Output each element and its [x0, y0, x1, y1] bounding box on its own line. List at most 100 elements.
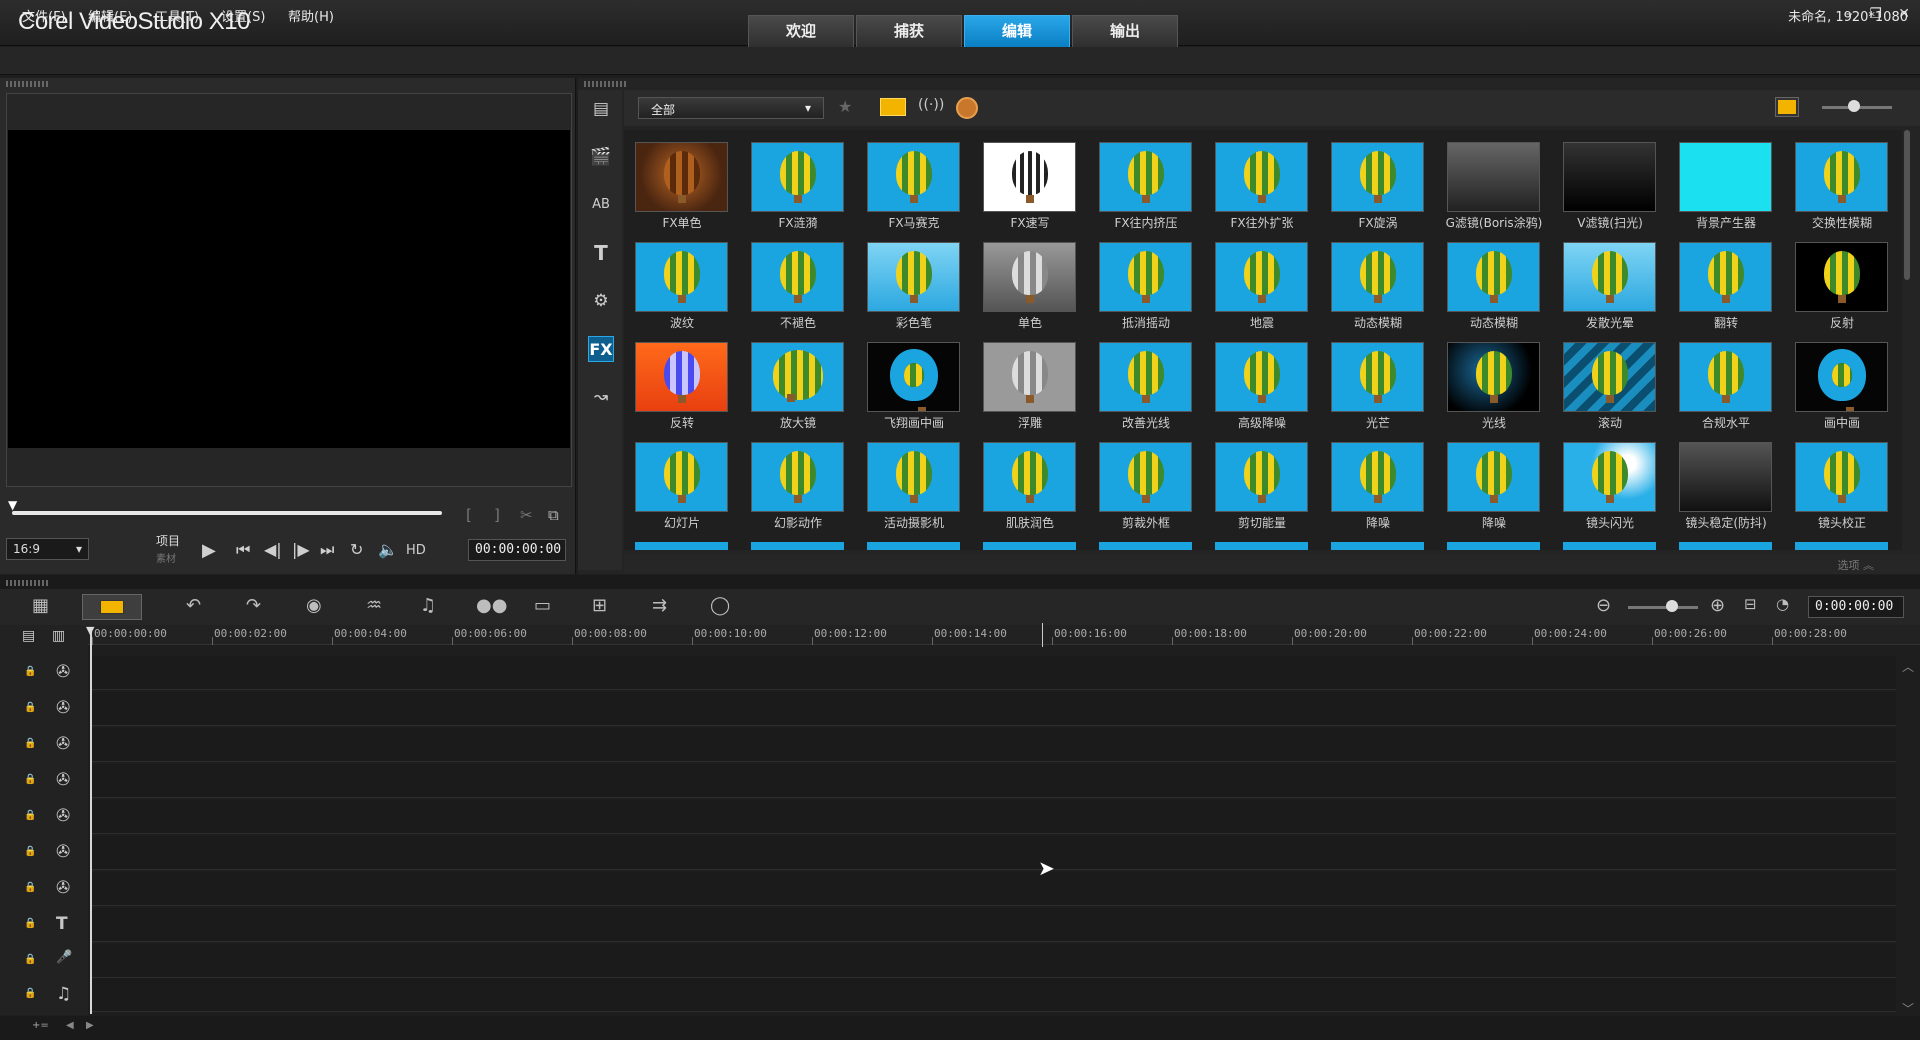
library-item[interactable]: 交换性模糊: [1784, 130, 1900, 230]
library-item-partial[interactable]: [983, 542, 1076, 550]
home-icon[interactable]: ⏮: [236, 540, 250, 560]
library-item[interactable]: 反射: [1784, 230, 1900, 330]
library-item[interactable]: 浮雕: [972, 330, 1088, 430]
subtitle-editor-icon[interactable]: ▭: [534, 595, 551, 616]
panel-splitter[interactable]: [0, 575, 1920, 589]
track-music[interactable]: [90, 978, 1896, 1012]
workspace-tab[interactable]: 输出: [1072, 15, 1178, 47]
auto-music-icon[interactable]: ♫: [420, 595, 436, 616]
menu-edit[interactable]: 编辑(E): [88, 6, 132, 25]
track-overlay-6[interactable]: [90, 872, 1896, 906]
library-item[interactable]: 降噪: [1320, 430, 1436, 530]
record-capture-icon[interactable]: ◉: [306, 595, 322, 616]
scroll-down-icon[interactable]: ﹀: [1902, 1000, 1914, 1017]
thumb-size-knob[interactable]: [1848, 100, 1860, 112]
timeline-zoom-slider[interactable]: [1628, 606, 1698, 609]
library-item-partial[interactable]: [1099, 542, 1192, 550]
loop-icon[interactable]: ◯: [710, 595, 730, 616]
library-item[interactable]: 滚动: [1552, 330, 1668, 430]
library-item[interactable]: 光线: [1436, 330, 1552, 430]
library-item[interactable]: 镜头闪光: [1552, 430, 1668, 530]
zoom-out-icon[interactable]: ⊖: [1596, 595, 1611, 616]
storyboard-view-icon[interactable]: ▦: [32, 595, 49, 616]
hd-preview-button[interactable]: HD: [406, 543, 426, 558]
preview-timecode[interactable]: 00:00:00:00: [468, 539, 566, 561]
clip-mode-label[interactable]: 素材: [156, 550, 176, 565]
library-item[interactable]: 背景产生器: [1668, 130, 1784, 230]
track-lock-icon[interactable]: 🔒: [24, 810, 36, 821]
library-item[interactable]: 放大镜: [740, 330, 856, 430]
timeline-timecode[interactable]: 0:00:00:00: [1808, 596, 1904, 618]
end-icon[interactable]: ⏭: [320, 540, 334, 560]
cut-icon[interactable]: ✂: [520, 506, 533, 524]
motion-tracking-icon[interactable]: ●●: [476, 595, 507, 616]
track-overlay-1[interactable]: [90, 692, 1896, 726]
film-reel-icon[interactable]: ✇: [56, 698, 70, 718]
panel-grip[interactable]: [6, 81, 50, 87]
library-item[interactable]: 动态模糊: [1320, 230, 1436, 330]
library-item[interactable]: 幻影动作: [740, 430, 856, 530]
track-lock-icon[interactable]: 🔒: [24, 954, 36, 965]
menu-tools[interactable]: 工具(T): [155, 6, 199, 25]
volume-icon[interactable]: 🔈: [378, 540, 398, 559]
library-item[interactable]: FX马赛克: [856, 130, 972, 230]
track-lock-icon[interactable]: 🔒: [24, 918, 36, 929]
title-icon[interactable]: T: [588, 240, 614, 266]
film-reel-icon[interactable]: ✇: [56, 662, 70, 682]
prev-frame-icon[interactable]: ◀|: [264, 540, 282, 559]
library-item[interactable]: 画中画: [1784, 330, 1900, 430]
scrub-bar[interactable]: [12, 511, 442, 515]
library-item[interactable]: FX旋涡: [1320, 130, 1436, 230]
scrub-handle[interactable]: ▼: [8, 498, 20, 512]
film-reel-icon[interactable]: ✇: [56, 770, 70, 790]
library-item[interactable]: 飞翔画中画: [856, 330, 972, 430]
mark-out-icon[interactable]: ]: [494, 506, 500, 524]
library-item[interactable]: 剪裁外框: [1088, 430, 1204, 530]
browse-icon[interactable]: [956, 97, 978, 119]
menu-help[interactable]: 帮助(H): [288, 6, 334, 25]
aspect-select[interactable]: 16:9 ▾: [6, 538, 89, 560]
track-title[interactable]: [90, 908, 1896, 942]
next-frame-icon[interactable]: |▶: [292, 540, 310, 559]
show-audio-icon[interactable]: ((·)): [918, 97, 944, 113]
library-item[interactable]: FX往外扩张: [1204, 130, 1320, 230]
enlarge-icon[interactable]: ⧉: [548, 506, 559, 524]
timeline-view-button[interactable]: [82, 594, 142, 620]
workspace-tab[interactable]: 捕获: [856, 15, 962, 47]
show-video-icon[interactable]: [880, 98, 906, 116]
library-item[interactable]: 彩色笔: [856, 230, 972, 330]
repeat-icon[interactable]: ↻: [350, 540, 363, 559]
play-icon[interactable]: ▶: [202, 540, 216, 561]
library-item[interactable]: FX涟漪: [740, 130, 856, 230]
library-scrollbar[interactable]: [1904, 130, 1910, 280]
track-voice[interactable]: [90, 944, 1896, 978]
library-item-partial[interactable]: [635, 542, 728, 550]
library-item[interactable]: 波纹: [624, 230, 740, 330]
scroll-left-icon[interactable]: ◀: [66, 1020, 74, 1031]
track-manager-icon[interactable]: ▥: [52, 628, 65, 644]
track-overlay-4[interactable]: [90, 800, 1896, 834]
library-item[interactable]: 镜头稳定(防抖): [1668, 430, 1784, 530]
instant-project-icon[interactable]: 🎬: [588, 144, 614, 170]
view-mode-icon[interactable]: [1775, 97, 1799, 117]
library-item[interactable]: 剪切能量: [1204, 430, 1320, 530]
filter-fx-icon[interactable]: FX: [588, 336, 614, 362]
track-lock-icon[interactable]: 🔒: [24, 666, 36, 677]
library-item-partial[interactable]: [1563, 542, 1656, 550]
options-button[interactable]: 选项 ︽: [1838, 557, 1875, 573]
graphic-icon[interactable]: ⚙: [588, 288, 614, 314]
film-reel-icon[interactable]: ✇: [56, 878, 70, 898]
filter-select[interactable]: 全部 ▾: [638, 97, 824, 119]
library-item[interactable]: 降噪: [1436, 430, 1552, 530]
library-item[interactable]: G滤镜(Boris涂鸦): [1436, 130, 1552, 230]
title-track-icon[interactable]: T: [56, 914, 68, 934]
library-item[interactable]: FX速写: [972, 130, 1088, 230]
workspace-tab[interactable]: 欢迎: [748, 15, 854, 47]
library-item[interactable]: 地震: [1204, 230, 1320, 330]
library-item[interactable]: 反转: [624, 330, 740, 430]
project-mode-label[interactable]: 项目: [156, 532, 180, 549]
library-item-partial[interactable]: [1795, 542, 1888, 550]
playhead-handle[interactable]: ▼: [86, 624, 94, 637]
library-item[interactable]: 抵消摇动: [1088, 230, 1204, 330]
media-icon[interactable]: ▤: [588, 96, 614, 122]
